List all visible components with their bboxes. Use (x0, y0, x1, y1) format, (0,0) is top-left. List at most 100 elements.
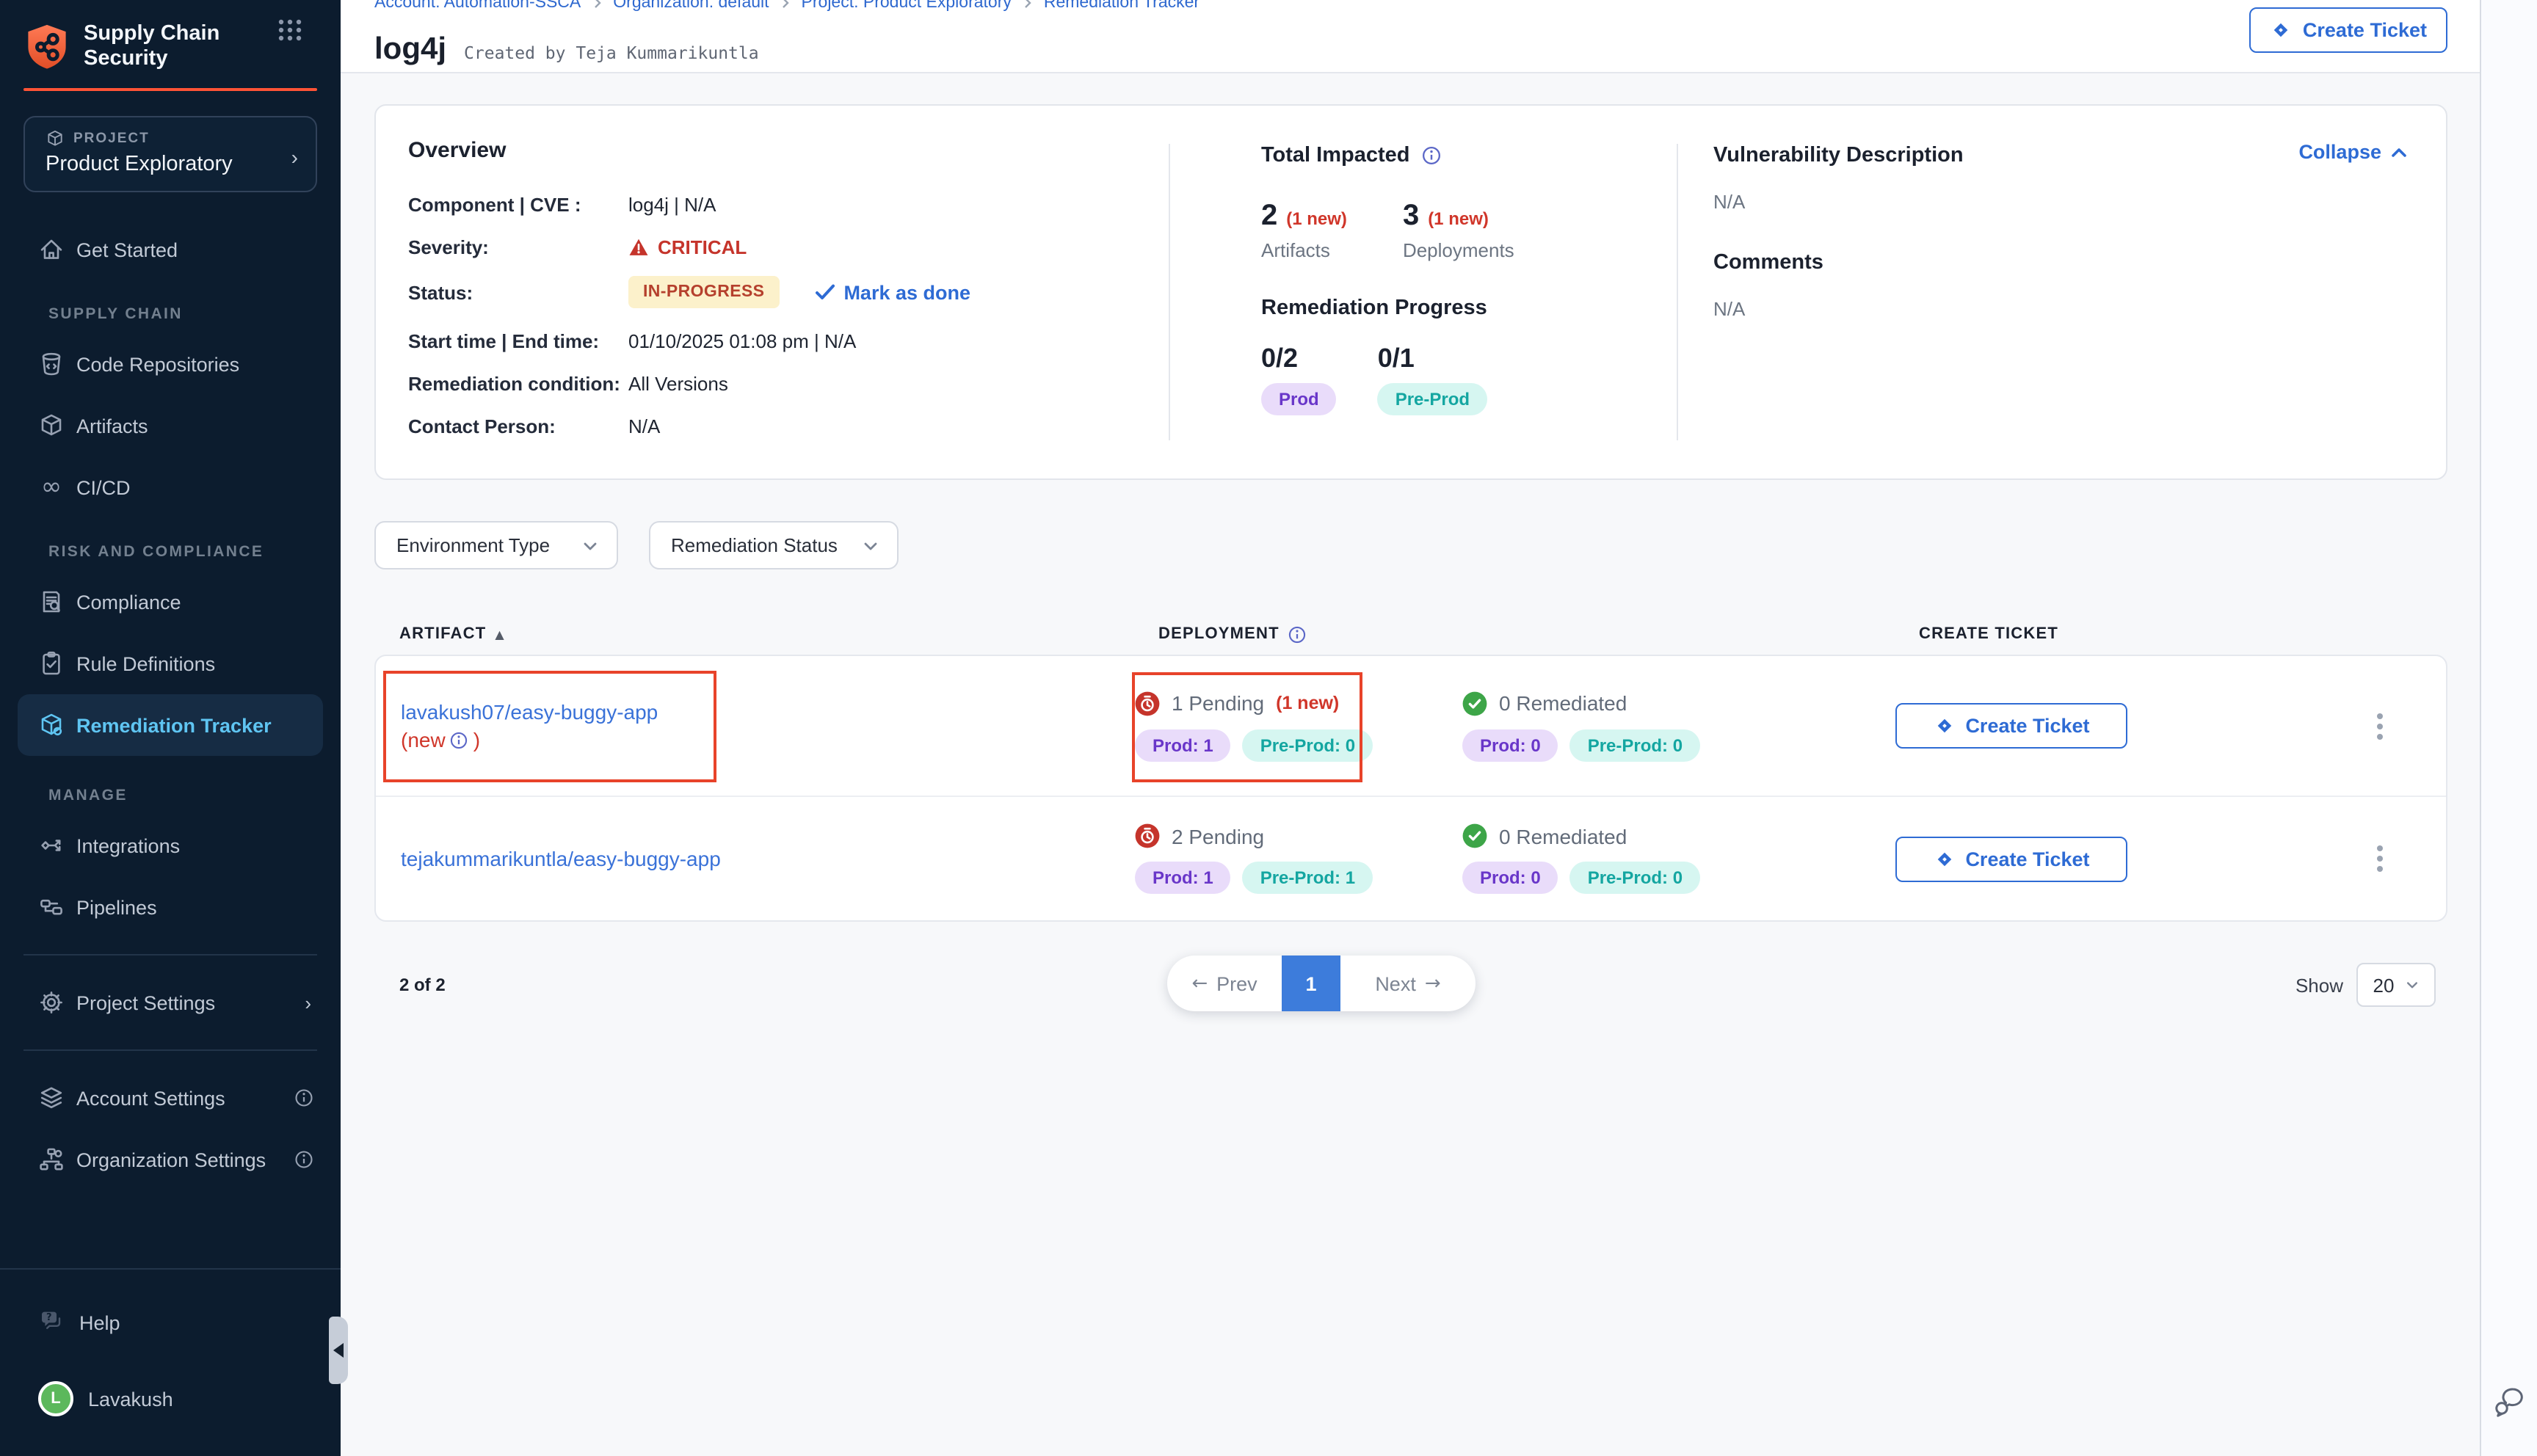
breadcrumb-project[interactable]: Project: Product Exploratory (802, 0, 1012, 12)
field-label: Status: (408, 281, 628, 303)
user-menu[interactable]: L Lavakush (0, 1369, 341, 1428)
comments-value: N/A (1713, 298, 2270, 320)
card-divider (1677, 144, 1678, 440)
overview-row-condition: Remediation condition: All Versions (408, 370, 1150, 396)
sidebar-divider (23, 954, 317, 956)
deployments-count: 3 (1403, 200, 1419, 233)
create-ticket-button[interactable]: Create Ticket (2250, 7, 2447, 53)
prev-page-button[interactable]: ← Prev (1167, 956, 1282, 1011)
sidebar-item-compliance[interactable]: Compliance (0, 571, 341, 633)
preprod-progress: 0/1 Pre-Prod (1378, 343, 1487, 415)
status-badge: IN-PROGRESS (628, 276, 779, 308)
sidebar-item-code-repositories[interactable]: Code Repositories (0, 333, 341, 395)
project-selector[interactable]: PROJECT Product Exploratory › (23, 116, 317, 192)
sidebar-item-artifacts[interactable]: Artifacts (0, 395, 341, 456)
sidebar-item-project-settings[interactable]: Project Settings › (0, 972, 341, 1033)
prod-badge: Prod (1261, 383, 1337, 415)
row-create-ticket-button[interactable]: Create Ticket (1895, 836, 2127, 881)
overview-row-time: Start time | End time: 01/10/2025 01:08 … (408, 327, 1150, 354)
artifact-cell: tejakummarikuntla/easy-buggy-app (376, 845, 1135, 873)
collapse-toggle[interactable]: Collapse (2298, 141, 2408, 163)
sidebar-collapse-handle[interactable] (329, 1317, 348, 1384)
prod-progress-value: 0/2 (1261, 343, 1337, 374)
impacted-deployments-stat: 3 (1 new) Deployments (1403, 200, 1514, 261)
page-size-select[interactable]: 20 (2356, 963, 2436, 1007)
sidebar-item-rule-definitions[interactable]: Rule Definitions (0, 633, 341, 694)
artifacts-new-badge: (1 new) (1286, 208, 1347, 229)
row-menu-kebab-icon[interactable] (2358, 837, 2402, 881)
sidebar-item-organization-settings[interactable]: Organization Settings (0, 1129, 341, 1190)
project-cube-icon (46, 129, 65, 148)
pending-count: 1 Pending (1172, 691, 1264, 715)
gear-icon (38, 989, 65, 1016)
support-chat-icon[interactable] (2493, 1387, 2525, 1418)
sidebar-item-label: CI/CD (76, 476, 131, 498)
home-icon (38, 236, 65, 263)
info-icon[interactable] (1288, 625, 1307, 644)
info-icon[interactable] (294, 1088, 314, 1108)
sidebar-item-account-settings[interactable]: Account Settings (0, 1067, 341, 1129)
pending-clock-icon (1135, 823, 1160, 848)
page-header: Account: Automation-SSCA Organization: d… (341, 0, 2480, 73)
chevron-down-icon (2404, 978, 2419, 992)
sidebar-item-get-started[interactable]: Get Started (0, 219, 341, 280)
arrow-right-icon: → (1425, 972, 1441, 994)
row-menu-kebab-icon[interactable] (2358, 704, 2402, 748)
breadcrumb-account[interactable]: Account: Automation-SSCA (374, 0, 581, 12)
sidebar-item-pipelines[interactable]: Pipelines (0, 876, 341, 938)
pending-clock-icon (1135, 691, 1160, 716)
prod-badge: Prod: 1 (1135, 729, 1231, 761)
breadcrumb-organization[interactable]: Organization: default (613, 0, 769, 12)
field-label: Start time | End time: (408, 330, 628, 352)
check-icon (814, 283, 835, 301)
right-rail (2480, 0, 2537, 1456)
column-header-artifact[interactable]: ARTIFACT ▲ (399, 625, 1158, 643)
app-root: Supply Chain Security PROJECT Product Ex… (0, 0, 2537, 1456)
current-page-button[interactable]: 1 (1282, 956, 1340, 1011)
main-content: Account: Automation-SSCA Organization: d… (341, 0, 2480, 1456)
help-chat-icon: ? (38, 1309, 66, 1336)
remediated-cell: 0 Remediated Prod: 0 Pre-Prod: 0 (1462, 823, 1895, 894)
table-row: tejakummarikuntla/easy-buggy-app 2 Pendi… (376, 796, 2446, 920)
sidebar-item-label: Compliance (76, 591, 181, 613)
remediated-check-icon (1462, 691, 1487, 716)
info-icon[interactable] (294, 1149, 314, 1170)
app-grid-icon[interactable] (277, 19, 302, 41)
deployments-new-badge: (1 new) (1428, 208, 1489, 229)
rule-definitions-clipboard-icon (38, 650, 65, 677)
sidebar-item-label: Account Settings (76, 1087, 225, 1109)
field-label: Severity: (408, 236, 628, 258)
environment-type-filter[interactable]: Environment Type (374, 521, 618, 569)
field-label: Contact Person: (408, 415, 628, 437)
sidebar-item-help[interactable]: ? Help (0, 1293, 341, 1352)
sidebar: Supply Chain Security PROJECT Product Ex… (0, 0, 341, 1456)
sidebar-item-label: Integrations (76, 834, 180, 856)
comments-title: Comments (1713, 251, 2270, 274)
remediation-status-filter[interactable]: Remediation Status (649, 521, 899, 569)
field-value: 01/10/2025 01:08 pm | N/A (628, 330, 856, 352)
pending-cell: 2 Pending Prod: 1 Pre-Prod: 1 (1135, 823, 1462, 894)
sidebar-item-integrations[interactable]: Integrations (0, 815, 341, 876)
ticket-diamond-icon (2271, 19, 2293, 41)
sidebar-footer: ? Help L Lavakush (0, 1268, 341, 1456)
sidebar-item-remediation-tracker[interactable]: Remediation Tracker (18, 694, 323, 756)
show-label: Show (2295, 974, 2343, 996)
info-icon[interactable] (1422, 145, 1442, 166)
sidebar-item-cicd[interactable]: ∞ CI/CD (0, 456, 341, 518)
preprod-badge: Pre-Prod: 0 (1570, 729, 1700, 761)
impacted-artifacts-stat: 2 (1 new) Artifacts (1261, 200, 1347, 261)
artifacts-label: Artifacts (1261, 239, 1347, 261)
ticket-cell: Create Ticket (1895, 703, 2196, 749)
field-label: Component | CVE : (408, 193, 628, 215)
info-icon[interactable] (450, 730, 469, 749)
artifact-link[interactable]: tejakummarikuntla/easy-buggy-app (401, 845, 1135, 873)
mark-as-done-link[interactable]: Mark as done (814, 281, 970, 303)
pending-cell: 1 Pending (1 new) Prod: 1 Pre-Prod: 0 (1135, 691, 1462, 761)
field-value: N/A (628, 415, 660, 437)
breadcrumb-current[interactable]: Remediation Tracker (1044, 0, 1199, 12)
artifact-cell: lavakush07/easy-buggy-app (new ) (376, 698, 1135, 754)
next-page-button[interactable]: Next → (1340, 956, 1476, 1011)
section-label-supply-chain: SUPPLY CHAIN (48, 301, 341, 327)
artifact-link[interactable]: lavakush07/easy-buggy-app (401, 698, 1135, 726)
row-create-ticket-button[interactable]: Create Ticket (1895, 703, 2127, 749)
